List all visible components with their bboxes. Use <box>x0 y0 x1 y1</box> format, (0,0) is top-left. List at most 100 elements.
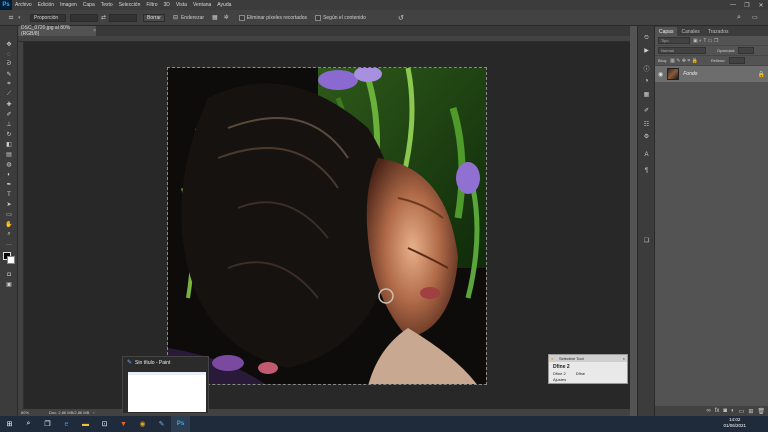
more-tools-icon[interactable]: ··· <box>3 240 15 249</box>
lock-icons[interactable]: ▦ ✎ ✥ ⌗ 🔒 <box>670 58 698 64</box>
hand-tool-icon[interactable]: ✋ <box>3 220 15 229</box>
canvas-area[interactable] <box>24 42 630 409</box>
eraser-tool-icon[interactable]: ◧ <box>3 140 15 149</box>
workspace-icon[interactable]: ▭ <box>752 14 758 21</box>
menu-item-filtro[interactable]: Filtro <box>143 2 160 8</box>
lock-icon[interactable]: 🔒 <box>758 71 765 78</box>
ratio-select[interactable]: Proporción <box>30 13 66 22</box>
width-input[interactable] <box>70 13 98 22</box>
straighten-label[interactable]: Enderezar <box>181 15 204 21</box>
document-tab[interactable]: DSC_0720.jpg al 80% (RGB/8) × <box>18 25 96 37</box>
shape-tool-icon[interactable]: ▭ <box>3 210 15 219</box>
tab-channels[interactable]: Canales <box>677 27 703 36</box>
menu-item-texto[interactable]: Texto <box>98 2 116 8</box>
crop-tool-icon[interactable]: ⌗ <box>3 80 15 89</box>
gradient-tool-icon[interactable]: ▤ <box>3 150 15 159</box>
clear-button[interactable]: Borrar <box>143 13 165 22</box>
photoshop-taskbar-icon[interactable]: Ps <box>171 416 190 432</box>
brush-icon[interactable]: ✐ <box>641 106 652 115</box>
move-tool-icon[interactable]: ✥ <box>3 40 15 49</box>
properties-icon[interactable]: ⚙ <box>641 132 652 141</box>
mask-icon[interactable]: ◙ <box>723 408 727 414</box>
menu-item-vista[interactable]: Vista <box>173 2 190 8</box>
swap-icon[interactable]: ⇄ <box>101 14 106 21</box>
artwork-image[interactable] <box>167 67 487 385</box>
selective-tool-option-2[interactable]: Dfine <box>576 371 585 376</box>
layer-name[interactable]: Fondo <box>683 71 697 77</box>
system-clock[interactable]: 14:02 01/06/2021 <box>723 417 746 429</box>
pen-tool-icon[interactable]: ✒ <box>3 180 15 189</box>
layer-row[interactable]: ◉ Fondo 🔒 <box>655 66 768 82</box>
actions-play-icon[interactable]: ▶ <box>641 46 652 55</box>
crop-tool-icon[interactable]: ⌗ <box>4 11 18 25</box>
menu-item-selecci-n[interactable]: Selección <box>116 2 144 8</box>
tab-paths[interactable]: Trazados <box>704 27 733 36</box>
file-explorer-icon[interactable]: ▬ <box>76 416 95 432</box>
visibility-eye-icon[interactable]: ◉ <box>658 71 663 78</box>
new-layer-icon[interactable]: ⊞ <box>748 408 753 415</box>
fill-input[interactable] <box>728 57 745 64</box>
paint-window-preview[interactable]: ✎ Sin título - Paint <box>122 356 209 414</box>
color-icon[interactable]: ◑ <box>641 76 652 85</box>
restore-button[interactable]: ❐ <box>740 0 754 10</box>
healing-brush-tool-icon[interactable]: ✚ <box>3 100 15 109</box>
straighten-icon[interactable]: ⊟ <box>173 14 178 21</box>
minimize-button[interactable]: — <box>726 0 740 10</box>
trash-icon[interactable]: 🗑 <box>757 408 765 415</box>
chevron-right-icon[interactable]: › <box>93 410 94 415</box>
menu-item-archivo[interactable]: Archivo <box>12 2 35 8</box>
layer-kind-select[interactable]: Tipo <box>658 37 690 44</box>
swatches-icon[interactable]: ▦ <box>641 90 652 99</box>
lasso-tool-icon[interactable]: ᘐ <box>3 60 15 69</box>
filter-icons[interactable]: ▣ ◐ T ▭ ❐ <box>693 38 718 44</box>
adjustments-icon[interactable]: ☷ <box>641 120 652 129</box>
paint-taskbar-icon[interactable]: ✎ <box>152 416 171 432</box>
height-input[interactable] <box>109 13 138 22</box>
close-tab-icon[interactable]: × <box>93 28 96 34</box>
task-view-icon[interactable]: ❐ <box>38 416 57 432</box>
link-icon[interactable]: ∞ <box>706 408 710 414</box>
menu-item-3d[interactable]: 3D <box>161 2 173 8</box>
search-icon[interactable]: ⌕ <box>19 416 38 432</box>
opacity-input[interactable] <box>738 47 755 54</box>
paragraph-icon[interactable]: ¶ <box>641 166 652 175</box>
menu-item-imagen[interactable]: Imagen <box>57 2 80 8</box>
quick-mask-icon[interactable]: ◘ <box>3 270 15 279</box>
group-icon[interactable]: ▭ <box>739 408 745 415</box>
close-icon[interactable]: × <box>623 356 625 361</box>
eyedropper-tool-icon[interactable]: ⟋ <box>3 90 15 99</box>
layer-comps-icon[interactable]: ❏ <box>641 236 652 245</box>
blend-mode-select[interactable]: Normal <box>658 47 706 54</box>
background-color-swatch[interactable] <box>7 256 15 264</box>
brave-icon[interactable]: ▼ <box>114 416 133 432</box>
store-icon[interactable]: ⊡ <box>95 416 114 432</box>
edge-icon[interactable]: e <box>57 416 76 432</box>
chevron-down-icon[interactable]: ▾ <box>18 15 24 21</box>
screen-mode-icon[interactable]: ▣ <box>3 280 15 289</box>
menu-item-ventana[interactable]: Ventana <box>190 2 214 8</box>
info-icon[interactable]: ⓘ <box>641 64 652 73</box>
history-brush-tool-icon[interactable]: ↻ <box>3 130 15 139</box>
tab-layers[interactable]: Capas <box>655 27 678 36</box>
type-tool-icon[interactable]: T <box>3 190 15 199</box>
history-icon[interactable]: ⏲ <box>641 34 652 43</box>
selective-tool-option-1[interactable]: Dfine 2 <box>553 371 566 376</box>
blur-tool-icon[interactable]: ◍ <box>3 160 15 169</box>
zoom-level[interactable]: 80% <box>21 410 29 415</box>
path-selection-tool-icon[interactable]: ➤ <box>3 200 15 209</box>
brush-tool-icon[interactable]: ✐ <box>3 110 15 119</box>
windows-start-icon[interactable]: ⊞ <box>0 416 19 432</box>
chrome-icon[interactable]: ◉ <box>133 416 152 432</box>
character-icon[interactable]: A <box>641 150 652 159</box>
adjustment-layer-icon[interactable]: ◐ <box>731 408 735 414</box>
close-button[interactable]: ✕ <box>754 0 768 10</box>
menu-item-ayuda[interactable]: Ayuda <box>214 2 234 8</box>
gear-icon[interactable]: ✲ <box>224 14 229 21</box>
grid-overlay-icon[interactable]: ▦ <box>212 14 218 21</box>
dodge-tool-icon[interactable]: ◐ <box>3 170 15 179</box>
delete-cropped-checkbox[interactable]: Eliminar píxeles recortados <box>238 14 307 21</box>
clone-stamp-tool-icon[interactable]: ⊥ <box>3 120 15 129</box>
fx-icon[interactable]: fx <box>715 408 720 414</box>
marquee-tool-icon[interactable]: ◌ <box>3 50 15 59</box>
content-aware-checkbox[interactable]: Según el contenido <box>315 14 366 21</box>
